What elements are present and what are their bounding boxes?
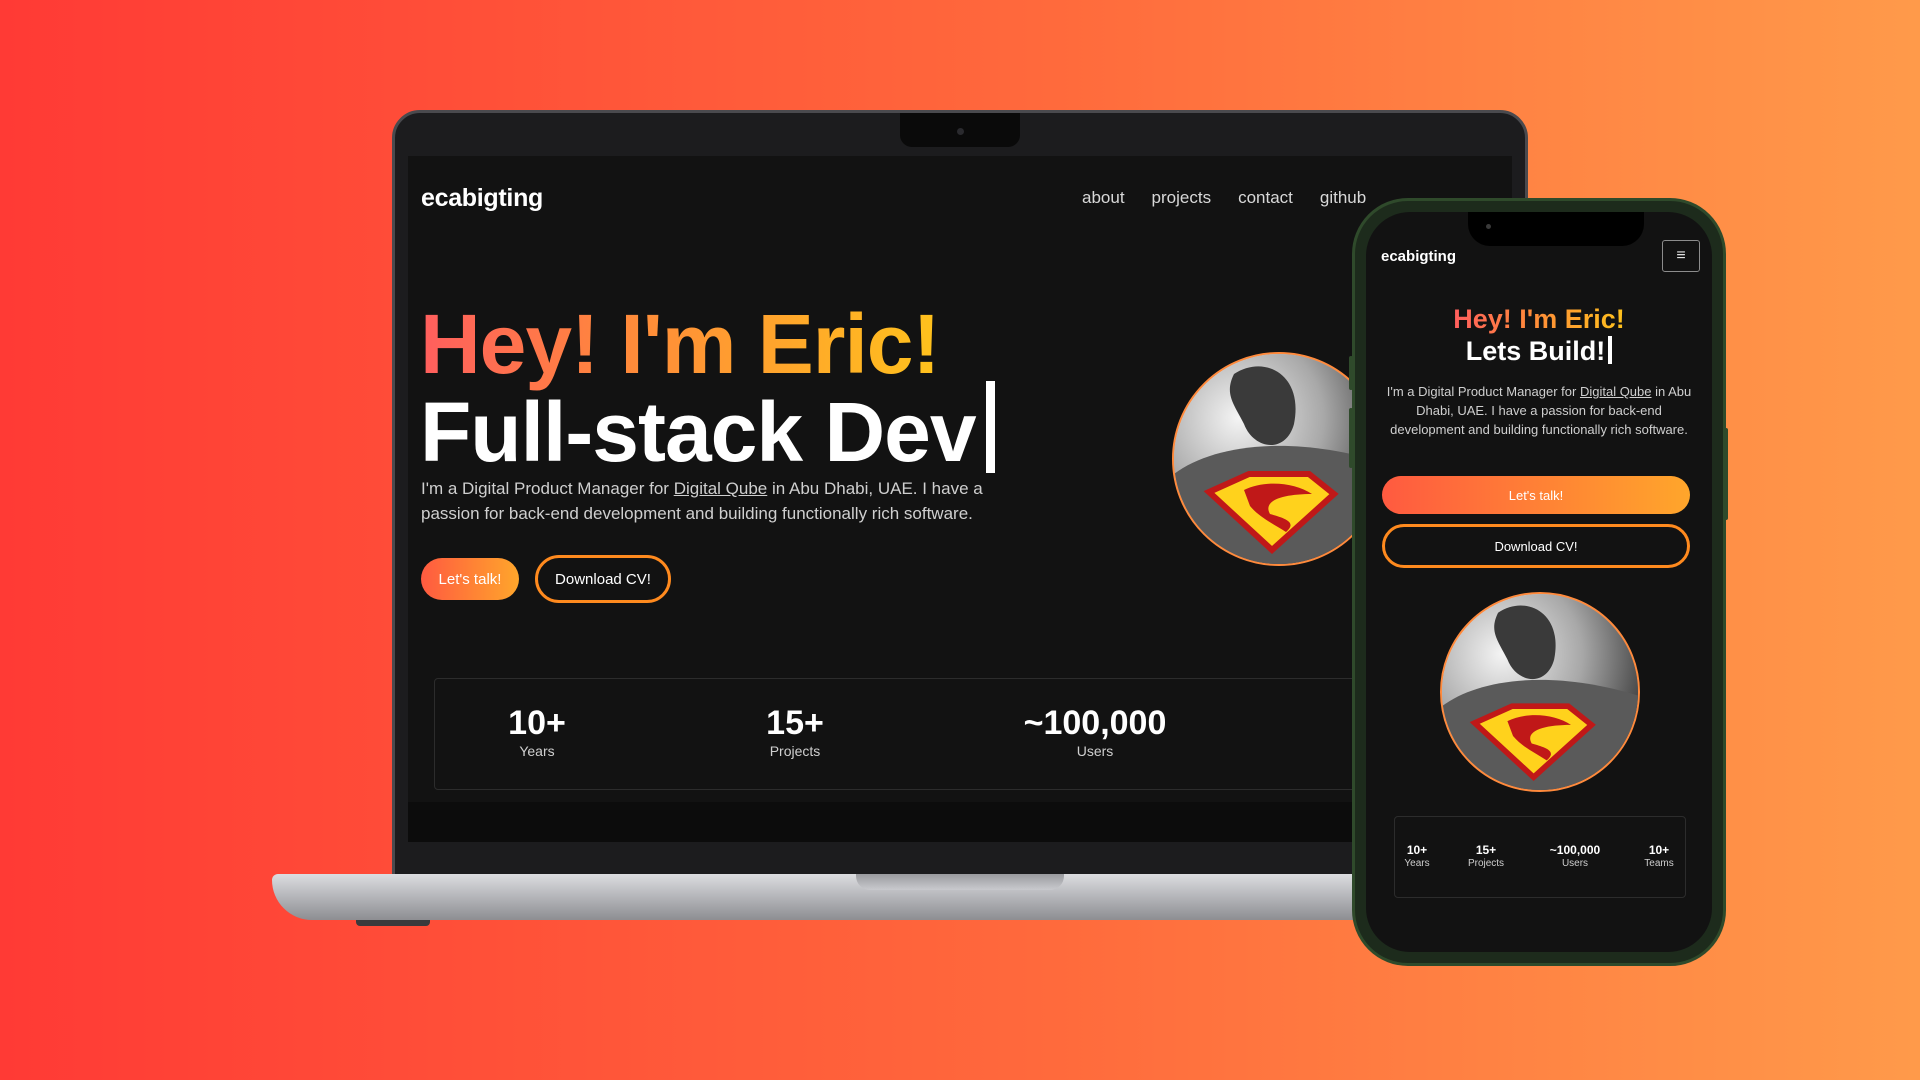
hero-greeting: Hey! I'm Eric! <box>1366 304 1712 335</box>
nav-github[interactable]: github <box>1320 188 1366 208</box>
laptop-camera <box>957 128 964 135</box>
hamburger-menu-icon[interactable]: ≡ <box>1662 240 1700 272</box>
hero-title-text: Full-stack Dev <box>420 385 977 479</box>
nav-contact[interactable]: contact <box>1238 188 1293 208</box>
stat-label: Years <box>1404 858 1430 869</box>
lets-talk-button[interactable]: Let's talk! <box>421 558 519 600</box>
hero-title: Lets Build! <box>1366 336 1712 367</box>
stat-projects: 15+ Projects <box>735 704 855 760</box>
stats-panel: 10+ Years 15+ Projects ~100,000 Users <box>434 678 1512 790</box>
superman-photo <box>1442 594 1638 790</box>
stat-label: Years <box>519 743 555 759</box>
phone-notch <box>1468 212 1644 246</box>
hero-title-text: Lets Build! <box>1465 336 1606 366</box>
hero-description: I'm a Digital Product Manager for Digita… <box>421 476 1041 526</box>
digital-qube-link[interactable]: Digital Qube <box>674 479 768 498</box>
stat-label: Projects <box>769 743 821 759</box>
description-text: I'm a Digital Product Manager for <box>1386 384 1580 399</box>
digital-qube-link[interactable]: Digital Qube <box>1580 384 1652 399</box>
nav-about[interactable]: about <box>1082 188 1125 208</box>
top-nav: about projects contact github <box>1082 188 1366 208</box>
stat-value: 10+ <box>1406 843 1428 857</box>
hero-title: Full-stack Dev <box>420 381 995 481</box>
stat-label: Teams <box>1644 858 1674 869</box>
site-brand[interactable]: ecabigting <box>1381 248 1456 265</box>
description-text: I'm a Digital Product Manager for <box>421 479 674 498</box>
hero-greeting: Hey! I'm Eric! <box>420 297 940 391</box>
stat-value: 15+ <box>766 704 824 742</box>
stat-users: ~100,000 Users <box>1535 843 1615 870</box>
stat-users: ~100,000 Users <box>995 704 1195 760</box>
download-cv-button[interactable]: Download CV! <box>535 555 671 603</box>
stat-teams: 10+ Teams <box>1639 843 1679 870</box>
phone-volume-button <box>1349 356 1353 390</box>
lets-talk-button[interactable]: Let's talk! <box>1382 476 1690 514</box>
hero-description: I'm a Digital Product Manager for Digita… <box>1386 382 1692 439</box>
phone-camera <box>1486 224 1491 229</box>
typing-cursor <box>985 381 995 473</box>
stat-value: 10+ <box>1648 843 1670 857</box>
stat-value: 10+ <box>508 704 566 742</box>
stat-value: 15+ <box>1475 843 1497 857</box>
stat-value: ~100,000 <box>1023 704 1167 742</box>
stat-years: 10+ Years <box>477 704 597 760</box>
stat-projects: 15+ Projects <box>1461 843 1511 870</box>
laptop-screen: ecabigting about projects contact github… <box>408 156 1512 802</box>
stats-panel: 10+ Years 15+ Projects ~100,000 Users 10… <box>1394 816 1686 898</box>
stat-label: Users <box>1076 743 1114 759</box>
phone-volume-button <box>1349 408 1353 468</box>
stat-years: 10+ Years <box>1399 843 1435 870</box>
phone-side-button <box>1724 428 1728 520</box>
stat-value: ~100,000 <box>1549 843 1601 857</box>
typing-cursor <box>1608 336 1613 364</box>
laptop-opening-groove <box>856 874 1064 890</box>
avatar <box>1440 592 1640 792</box>
laptop-bezel <box>408 802 1512 842</box>
stat-label: Projects <box>1467 858 1505 869</box>
hero-greeting-text: Hey! I'm Eric! <box>1453 304 1625 334</box>
site-brand[interactable]: ecabigting <box>421 184 543 213</box>
phone-screen: ecabigting ≡ Hey! I'm Eric! Lets Build! … <box>1366 212 1712 952</box>
laptop-foot <box>356 920 430 926</box>
download-cv-button[interactable]: Download CV! <box>1382 524 1690 568</box>
nav-projects[interactable]: projects <box>1152 188 1212 208</box>
stat-label: Users <box>1561 858 1589 869</box>
